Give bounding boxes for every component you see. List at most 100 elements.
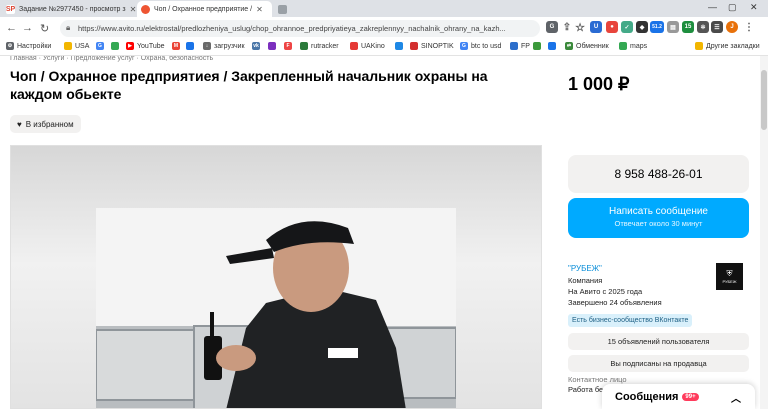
toolbar: ← → ↻ 🔒︎ https://www.avito.ru/elektrosta… [0,17,768,40]
folder-icon [695,42,703,50]
avatar[interactable]: J [726,21,738,33]
seller-completed: Завершено 24 объявления [568,298,662,307]
bookmark-rutracker[interactable]: rutracker [300,42,339,50]
seller-type: Компания [568,276,603,285]
bookmark-uakino[interactable]: UAKino [350,42,385,50]
bookmark-pdf[interactable]: F [284,42,295,50]
star-icon[interactable]: ☆ [574,21,586,34]
bookmark-gmail[interactable]: M [172,42,183,50]
seller-name-link[interactable]: "РУБЕЖ" [568,264,602,273]
messenger-count-badge: 99+ [682,392,699,401]
bookmark-other[interactable]: Другие закладки [695,42,760,50]
lock-icon: 🔒︎ [66,23,71,32]
google-icon: G [460,42,468,50]
listing-photo[interactable] [96,208,456,408]
bookmark-chart[interactable] [395,42,406,50]
bookmark-docs[interactable] [111,42,122,50]
extension-list-icon[interactable]: ☰ [711,21,723,33]
rutracker-icon [300,42,308,50]
chart-icon [395,42,403,50]
share-icon[interactable]: ⇪ [561,21,573,33]
message-button-sublabel: Отвечает около 30 минут [614,219,703,228]
contact-label: Контактное лицо [568,375,627,384]
google-icon: G [96,42,104,50]
extension-dark-icon[interactable]: ◆ [636,21,648,33]
pdf-icon: F [284,42,292,50]
youtube-icon: ▶ [126,42,134,50]
bookmark-market[interactable] [268,42,279,50]
bookmark-maps[interactable]: maps [619,42,647,50]
bookmark-drive[interactable] [186,42,197,50]
guard-photo-icon [96,208,456,408]
shield-icon: ⛨ [726,269,733,278]
avito-favicon-icon [141,4,150,14]
favorite-label: В избранном [25,119,74,129]
extension-green-icon[interactable]: ✓ [621,21,633,33]
bookmark-exchanger[interactable]: ⇄ Обменник [565,42,609,50]
extension-count-badge[interactable]: 15 [682,21,694,33]
tab-task[interactable]: SP Задание №2977450 - просмотр з ✕ [2,1,136,17]
extension-red-icon[interactable]: ● [606,21,618,33]
maximize-icon[interactable]: ▢ [728,2,737,13]
sp-favicon-icon: SP [5,4,16,14]
translate-icon [548,42,556,50]
window-close-icon[interactable]: ✕ [750,2,758,13]
new-tab-favicon-icon [278,4,287,14]
download-icon: ↓ [203,42,211,50]
reload-icon[interactable]: ↻ [40,22,49,35]
seller-logo[interactable]: ⛨ РУБЕЖ [716,263,743,290]
bookmark-sinoptik[interactable]: SINOPTIK [410,42,454,50]
exchange-icon: ⇄ [565,42,573,50]
bookmark-downloader[interactable]: ↓ загрузчик [203,42,245,50]
ltc-badge[interactable]: 51.2 [650,21,664,33]
extension-u-icon[interactable]: U [590,21,602,33]
bookmark-fp[interactable]: FP [510,42,530,50]
gear-icon: ⚙ [6,42,14,50]
vk-community-badge[interactable]: Есть бизнес-сообщество ВКонтакте [568,314,693,327]
url-text: https://www.avito.ru/elektrostal/predloz… [78,24,506,33]
menu-kebab-icon[interactable]: ⋮ [743,21,755,33]
translate-icon[interactable]: G [546,21,558,33]
favorite-button[interactable]: ♥ В избранном [10,115,81,133]
messenger-widget[interactable]: Сообщения 99+ ︿ [602,384,755,409]
close-icon[interactable]: ✕ [256,5,263,14]
tab-title: Чоп / Охранное предприятие / [154,5,253,13]
forward-icon[interactable]: → [22,22,33,34]
tab-title: Задание №2977450 - просмотр з [19,5,126,13]
subscribed-button[interactable]: Вы подписаны на продавца [568,355,749,372]
scrollbar-thumb[interactable] [761,70,767,130]
back-icon[interactable]: ← [6,22,17,34]
minimize-icon[interactable]: — [708,2,717,12]
vk-icon: vk [252,42,260,50]
image-icon [533,42,541,50]
docs-icon [111,42,119,50]
page-title: Чоп / Охранное предприятиея / Закрепленн… [10,68,488,102]
market-icon [268,42,276,50]
bookmark-google[interactable]: G [96,42,107,50]
bookmark-settings[interactable]: ⚙ Настройки [6,42,51,50]
bookmark-image[interactable] [533,42,544,50]
folder-icon [64,42,72,50]
address-bar[interactable]: 🔒︎ https://www.avito.ru/elektrostal/pred… [60,20,540,37]
bookmark-usa[interactable]: USA [64,42,89,50]
close-icon[interactable]: ✕ [130,5,136,14]
tab-avito[interactable]: Чоп / Охранное предприятие / ✕ [137,1,272,17]
contact-value: Работа бе [568,385,604,394]
bookmark-vk[interactable]: vk [252,42,263,50]
chevron-up-icon[interactable]: ︿ [731,390,741,405]
tab-strip: SP Задание №2977450 - просмотр з ✕ Чоп /… [0,0,768,17]
seller-since: На Авито с 2025 года [568,287,643,296]
price: 1 000 ₽ [568,74,630,94]
write-message-button[interactable]: Написать сообщение Отвечает около 30 мин… [568,198,749,238]
user-listings-button[interactable]: 15 объявлений пользователя [568,333,749,350]
breadcrumb[interactable]: Главная · Услуги · Предложение услуг · О… [10,56,213,64]
bookmark-btc[interactable]: Gbtc to usd [460,42,501,50]
show-phone-button[interactable]: 8 958 488-26-01 [568,155,749,193]
extension-gray-icon[interactable]: ▤ [667,21,679,33]
bookmark-youtube[interactable]: ▶ YouTube [126,42,165,50]
photo-gallery[interactable] [10,145,542,409]
bookmark-translate[interactable] [548,42,559,50]
heart-icon: ♥ [17,119,22,129]
tab-new[interactable] [274,1,294,17]
extension-puzzle-icon[interactable]: ✲ [697,21,709,33]
